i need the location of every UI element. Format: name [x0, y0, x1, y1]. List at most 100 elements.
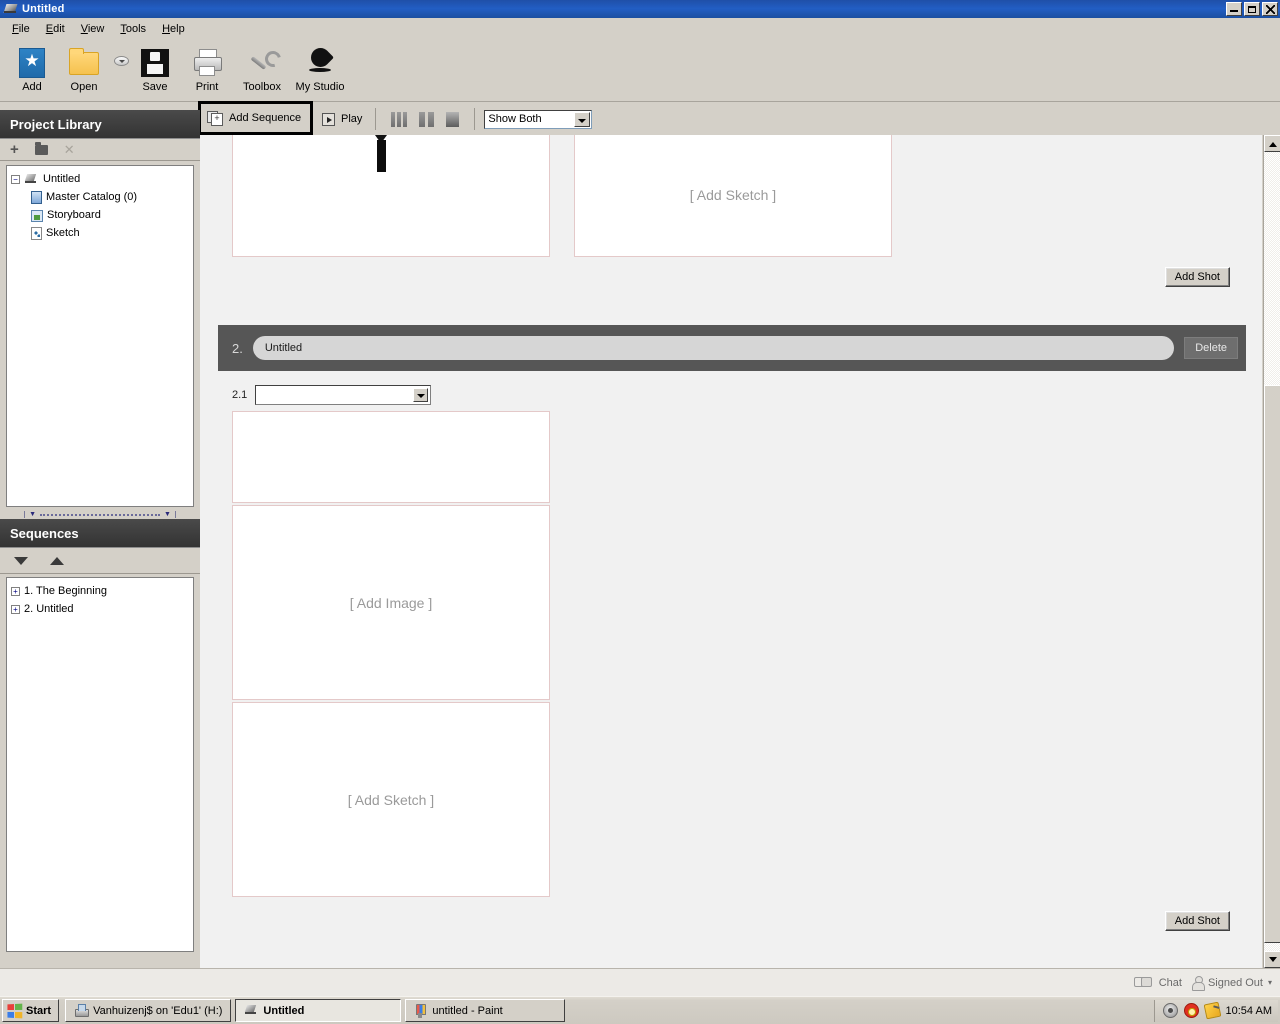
arrow-down-icon[interactable]	[14, 556, 28, 565]
chat-status[interactable]: Chat	[1133, 976, 1182, 989]
taskbar-item-paint[interactable]: untitled - Paint	[405, 999, 566, 1022]
three-column-view-button[interactable]	[385, 110, 413, 129]
scroll-up-button[interactable]	[1264, 135, 1280, 152]
project-tree[interactable]: − Untitled Master Catalog (0) Storyboard…	[6, 165, 194, 507]
notes-icon[interactable]	[1203, 1001, 1221, 1020]
left-panel: Project Library + ✕ − Untitled Master Ca…	[0, 110, 200, 968]
sketch-placeholder[interactable]: [ Add Sketch ]	[232, 702, 550, 897]
taskbar-item-drive[interactable]: Vanhuizenj$ on 'Edu1' (H:)	[65, 999, 232, 1022]
sequence-title-input[interactable]	[252, 336, 1175, 360]
close-x-icon: ✕	[63, 142, 75, 157]
sequences-list[interactable]: + 1. The Beginning + 2. Untitled	[6, 577, 194, 952]
toolbar-my-studio-button[interactable]: My Studio	[291, 44, 349, 93]
shot-type-dropdown[interactable]	[255, 385, 432, 405]
scrollbar-track[interactable]	[1264, 152, 1280, 951]
image-placeholder[interactable]: [ Add Image ]	[232, 505, 550, 700]
sketch-placeholder-label: [ Add Sketch ]	[347, 791, 435, 808]
toolbar-add-button[interactable]: Add	[6, 44, 58, 93]
person-icon	[1191, 976, 1205, 991]
show-mode-dropdown[interactable]: Show Both	[484, 109, 593, 129]
list-item[interactable]: + 1. The Beginning	[11, 582, 193, 600]
sequence-block-partial: [ Add Sketch ] Add Shot	[218, 135, 1246, 295]
open-dropdown-icon[interactable]	[114, 56, 129, 66]
sequence-block-2: 2. Delete 2.1 [ Add Image ] [ Add Sketch…	[218, 325, 1246, 939]
menu-tools-rest: ools	[125, 23, 147, 35]
single-column-view-button[interactable]	[440, 110, 465, 129]
start-button[interactable]: Start	[2, 999, 60, 1022]
tree-node-storyboard-label: Storyboard	[47, 209, 101, 221]
expander-icon[interactable]: −	[11, 174, 20, 184]
expander-icon[interactable]: +	[11, 586, 20, 596]
close-button[interactable]	[1262, 2, 1278, 16]
play-group[interactable]: Play	[322, 112, 366, 126]
content-scrollbar[interactable]	[1263, 135, 1280, 968]
shot-text-box[interactable]	[232, 411, 550, 503]
windows-logo-icon	[7, 1003, 23, 1018]
toolbar-save-button[interactable]: Save	[129, 44, 181, 93]
start-label: Start	[26, 1004, 52, 1017]
volume-icon[interactable]	[1162, 1003, 1178, 1018]
drag-marker-icon	[374, 135, 388, 175]
sketch-placeholder[interactable]: [ Add Sketch ]	[574, 135, 892, 257]
scroll-down-button[interactable]	[1264, 951, 1280, 968]
sequences-header: Sequences	[0, 519, 200, 548]
scrollbar-thumb[interactable]	[1264, 385, 1280, 943]
delete-sequence-button[interactable]: Delete	[1184, 337, 1238, 359]
chevron-down-icon: ▾	[1267, 978, 1272, 987]
tree-node-storyboard[interactable]: Storyboard	[11, 206, 193, 224]
taskbar-item-label: Vanhuizenj$ on 'Edu1' (H:)	[93, 1004, 223, 1017]
toolbar-print-button[interactable]: Print	[181, 44, 233, 93]
taskbar-item-label: untitled - Paint	[432, 1004, 503, 1017]
project-library-toolbar: + ✕	[0, 139, 200, 161]
project-library-header: Project Library	[0, 110, 200, 139]
tree-node-master-catalog[interactable]: Master Catalog (0)	[11, 188, 193, 206]
toolbar-open-button[interactable]: Open	[58, 44, 110, 93]
toolbar-my-studio-label: My Studio	[295, 81, 345, 93]
arrow-up-icon[interactable]	[50, 556, 64, 565]
tree-node-sketch[interactable]: Sketch	[11, 224, 193, 242]
plus-icon[interactable]: +	[10, 142, 19, 157]
taskbar-item-untitled[interactable]: Untitled	[235, 999, 402, 1022]
tree-node-root-label: Untitled	[43, 173, 81, 185]
add-sequence-label: Add Sequence	[229, 112, 302, 124]
toolbar-toolbox-label: Toolbox	[243, 81, 281, 93]
folder-icon[interactable]	[34, 141, 48, 155]
tree-node-root[interactable]: − Untitled	[11, 170, 193, 188]
system-tray: 10:54 AM	[1153, 999, 1278, 1022]
two-column-view-button[interactable]	[413, 110, 440, 129]
menu-view[interactable]: View	[73, 20, 113, 38]
add-sequence-button[interactable]: Add Sequence	[198, 101, 314, 135]
restore-button[interactable]	[1244, 2, 1260, 16]
drive-icon	[74, 1004, 90, 1017]
signin-label: Signed Out	[1207, 976, 1263, 989]
add-shot-button[interactable]: Add Shot	[1164, 267, 1230, 287]
list-item[interactable]: + 2. Untitled	[11, 600, 193, 618]
menu-help[interactable]: Help	[154, 20, 193, 38]
window-controls	[1226, 2, 1278, 16]
antivirus-icon[interactable]	[1183, 1003, 1199, 1018]
signin-status[interactable]: Signed Out ▾	[1191, 976, 1272, 991]
image-placeholder[interactable]	[232, 135, 550, 257]
menu-file[interactable]: File	[4, 20, 38, 38]
clock[interactable]: 10:54 AM	[1226, 1005, 1272, 1017]
minimize-button[interactable]	[1226, 2, 1242, 16]
printer-icon	[192, 46, 222, 80]
two-bars-icon	[419, 111, 435, 127]
toolbar-add-label: Add	[22, 81, 42, 93]
play-icon	[322, 112, 335, 126]
chat-label: Chat	[1158, 976, 1182, 989]
three-bars-icon	[391, 111, 408, 127]
add-shot-button[interactable]: Add Shot	[1164, 911, 1230, 931]
paint-icon	[414, 1003, 427, 1018]
expander-icon[interactable]: +	[11, 604, 20, 614]
chevron-down-icon	[574, 111, 591, 127]
app-logo-icon	[3, 2, 19, 16]
horizontal-splitter[interactable]: ▼ ▼	[6, 510, 194, 519]
menu-edit[interactable]: Edit	[38, 20, 73, 38]
menu-bar: File Edit View Tools Help	[0, 18, 1280, 40]
window-title: Untitled	[22, 3, 65, 15]
toolbar-toolbox-button[interactable]: Toolbox	[233, 44, 291, 93]
shot-header-row: 2.1	[218, 371, 1246, 411]
menu-tools[interactable]: Tools	[112, 20, 154, 38]
sequence-item-label: 2. Untitled	[24, 603, 74, 615]
